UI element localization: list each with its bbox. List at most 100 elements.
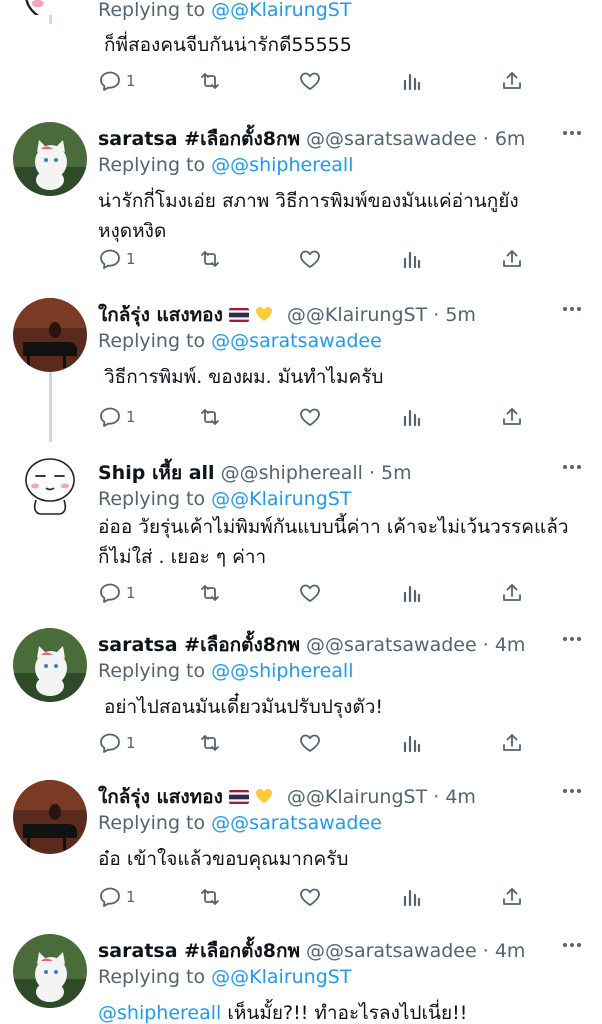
reply-icon (100, 71, 120, 91)
user-handle[interactable]: @@shiphereall (221, 462, 363, 484)
replying-handle-link[interactable]: @@shiphereall (211, 154, 353, 176)
replying-handle-link[interactable]: @@KlairungST (211, 488, 351, 510)
share-button[interactable] (500, 246, 524, 272)
cat-icon (13, 122, 87, 196)
like-button[interactable] (298, 246, 322, 272)
display-name[interactable]: saratsa #เลือกตั้ง8กพ (98, 940, 300, 962)
reply-icon (100, 249, 120, 269)
reply-button[interactable]: 1 (98, 580, 136, 606)
more-icon[interactable] (562, 788, 582, 794)
retweet-icon (201, 251, 219, 267)
avatar[interactable] (22, 456, 78, 526)
tweet[interactable]: ใกล้รุ่ง แสงทอง @@KlairungST · 5m Replyi… (0, 298, 602, 458)
tweet[interactable]: ใกล้รุ่ง แสงทอง @@KlairungST · 4m Replyi… (0, 780, 602, 940)
avatar[interactable] (13, 780, 87, 854)
like-button[interactable] (298, 730, 322, 756)
retweet-button[interactable] (198, 884, 222, 910)
reply-icon (100, 733, 120, 753)
user-handle[interactable]: @@saratsawadee (306, 634, 477, 656)
share-icon (503, 888, 521, 905)
tweet-text: วิธีการพิมพ์. ของผม. มันทำไมครับ (104, 366, 384, 388)
like-button[interactable] (298, 580, 322, 606)
mention-link[interactable]: @shiphereall (98, 1002, 221, 1024)
replying-handle-link[interactable]: @@saratsawadee (211, 812, 382, 834)
more-icon[interactable] (562, 130, 582, 136)
timestamp[interactable]: 5m (445, 304, 476, 326)
share-button[interactable] (500, 404, 524, 430)
tweet-text: ก็พี่สองคนจีบกันน่ารักดี55555 (104, 34, 352, 56)
analytics-button[interactable] (400, 884, 424, 910)
retweet-button[interactable] (198, 404, 222, 430)
analytics-icon (403, 73, 421, 91)
heart-icon (300, 888, 320, 906)
reply-button[interactable]: 1 (98, 884, 136, 910)
retweet-button[interactable] (198, 580, 222, 606)
replying-label: Replying to (98, 154, 206, 176)
heart-icon (300, 250, 320, 268)
user-handle[interactable]: @@saratsawadee (306, 128, 477, 150)
share-button[interactable] (500, 68, 524, 94)
reply-button[interactable]: 1 (98, 730, 136, 756)
avatar[interactable] (20, 0, 70, 15)
replying-handle-link[interactable]: @@saratsawadee (211, 330, 382, 352)
analytics-button[interactable] (400, 246, 424, 272)
display-name[interactable]: ใกล้รุ่ง แสงทอง (98, 304, 223, 326)
display-name[interactable]: saratsa #เลือกตั้ง8กพ (98, 128, 300, 150)
like-button[interactable] (298, 884, 322, 910)
replying-handle-link[interactable]: @@shiphereall (211, 660, 353, 682)
separator: · (482, 634, 489, 656)
retweet-icon (201, 889, 219, 905)
reply-button[interactable]: 1 (98, 404, 136, 430)
tweet[interactable]: saratsa #เลือกตั้ง8กพ @@saratsawadee · 6… (0, 122, 602, 282)
reply-button[interactable]: 1 (98, 246, 136, 272)
replying-label: Replying to (98, 812, 206, 834)
avatar[interactable] (13, 298, 87, 372)
heart-icon (300, 72, 320, 90)
user-handle[interactable]: @@saratsawadee (306, 940, 477, 962)
replying-to: Replying to @@saratsawadee (98, 810, 382, 836)
avatar[interactable] (13, 934, 87, 1008)
share-icon (503, 72, 521, 89)
analytics-button[interactable] (400, 404, 424, 430)
like-button[interactable] (298, 404, 322, 430)
timestamp[interactable]: 4m (495, 634, 526, 656)
avatar[interactable] (13, 628, 87, 702)
tweet[interactable]: Ship เหี้ย all @@shiphereall · 5m Replyi… (0, 456, 602, 616)
replying-label: Replying to (98, 330, 206, 352)
replying-handle-link[interactable]: @@KlairungST (211, 966, 351, 988)
analytics-button[interactable] (400, 730, 424, 756)
retweet-button[interactable] (198, 246, 222, 272)
tweet-text: อ๋อ เข้าใจแล้วขอบคุณมากครับ (98, 848, 349, 870)
analytics-button[interactable] (400, 580, 424, 606)
replying-handle-link[interactable]: @@KlairungST (211, 0, 351, 21)
timestamp[interactable]: 5m (381, 462, 412, 484)
retweet-button[interactable] (198, 68, 222, 94)
share-button[interactable] (500, 730, 524, 756)
analytics-button[interactable] (400, 68, 424, 94)
analytics-icon (403, 409, 421, 427)
timestamp[interactable]: 6m (495, 128, 526, 150)
user-handle[interactable]: @@KlairungST (287, 786, 427, 808)
timestamp[interactable]: 4m (495, 940, 526, 962)
more-icon[interactable] (562, 636, 582, 642)
more-icon[interactable] (562, 306, 582, 312)
user-handle[interactable]: @@KlairungST (287, 304, 427, 326)
reply-button[interactable]: 1 (98, 68, 136, 94)
share-button[interactable] (500, 884, 524, 910)
tweet-text: น่ารักกี่โมงเอ่ย สภาพ วิธีการพิมพ์ของมัน… (98, 190, 519, 242)
tweet[interactable]: Replying to @@KlairungST ก็พี่สองคนจีบกั… (0, 0, 602, 110)
share-button[interactable] (500, 580, 524, 606)
timestamp[interactable]: 4m (445, 786, 476, 808)
share-icon (503, 584, 521, 601)
display-name[interactable]: Ship เหี้ย all (98, 462, 215, 484)
avatar[interactable] (13, 122, 87, 196)
display-name[interactable]: saratsa #เลือกตั้ง8กพ (98, 634, 300, 656)
retweet-button[interactable] (198, 730, 222, 756)
tweet[interactable]: saratsa #เลือกตั้ง8กพ @@saratsawadee · 4… (0, 934, 602, 1024)
like-button[interactable] (298, 68, 322, 94)
more-icon[interactable] (562, 464, 582, 470)
separator: · (482, 128, 489, 150)
more-icon[interactable] (562, 942, 582, 948)
tweet[interactable]: saratsa #เลือกตั้ง8กพ @@saratsawadee · 4… (0, 628, 602, 788)
display-name[interactable]: ใกล้รุ่ง แสงทอง (98, 786, 223, 808)
